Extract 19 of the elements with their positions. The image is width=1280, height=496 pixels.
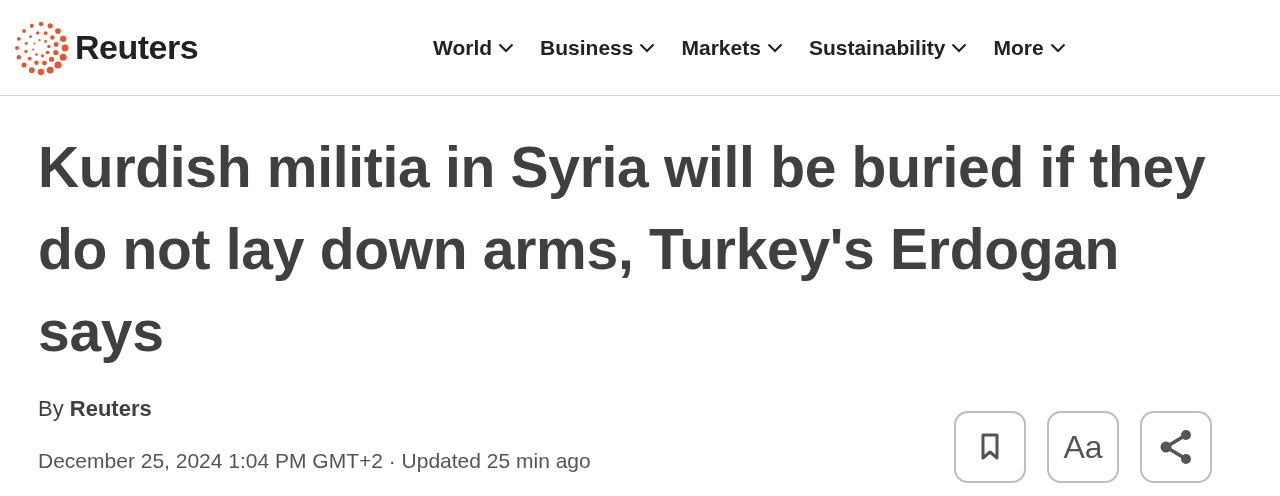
nav-link[interactable]: Sustainability bbox=[808, 31, 968, 64]
nav-link[interactable]: Markets bbox=[681, 31, 783, 64]
headline: Kurdish militia in Syria will be buried if they do not lay down arms, Turkey's Erdogan says bbox=[38, 134, 1207, 365]
chevron-icon bbox=[1049, 42, 1066, 53]
nav-link[interactable]: Business bbox=[540, 31, 656, 64]
chevron-icon bbox=[498, 42, 515, 53]
chevron-icon bbox=[951, 42, 968, 53]
byline: By Reuters bbox=[38, 395, 153, 423]
logo-icon bbox=[13, 19, 69, 76]
logo-text[interactable]: Reuters bbox=[75, 22, 199, 73]
share-button[interactable] bbox=[1140, 410, 1212, 483]
bookmark-icon bbox=[980, 432, 1000, 461]
nav-link[interactable]: World bbox=[433, 31, 515, 64]
bookmark-button[interactable] bbox=[954, 410, 1026, 483]
chevron-icon bbox=[766, 42, 783, 53]
dateline: December 25, 2024 1:04 PM GMT+2 · Updated 25 min ago bbox=[38, 448, 591, 474]
nav-link[interactable]: More bbox=[993, 31, 1066, 64]
chevron-icon bbox=[639, 42, 656, 53]
text-size-button[interactable]: Aa bbox=[1047, 410, 1119, 483]
